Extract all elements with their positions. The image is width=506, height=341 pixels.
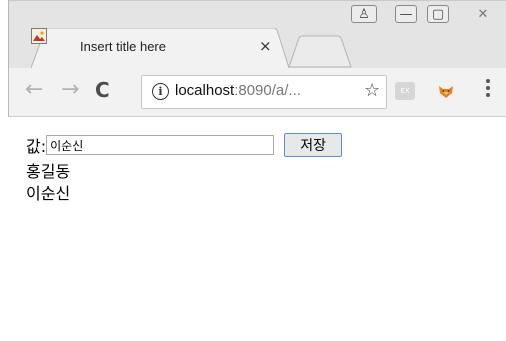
profile-icon: ♙ — [358, 6, 370, 22]
address-bar[interactable]: i localhost:8090/a/... ☆ — [141, 75, 387, 109]
forward-arrow-icon[interactable]: → — [61, 78, 79, 102]
tab-close-icon[interactable]: × — [259, 37, 272, 55]
url-host: localhost — [175, 82, 235, 99]
name-list: 홍길동 이순신 — [26, 161, 70, 205]
profile-button[interactable]: ♙ — [349, 2, 379, 26]
list-item: 이순신 — [26, 184, 71, 203]
extension-icon[interactable]: EX — [395, 82, 415, 100]
menu-dot — [486, 86, 490, 90]
fox-extension-icon[interactable] — [435, 80, 457, 102]
page-content: 값: 저장 홍길동 이순신 — [8, 117, 506, 341]
save-button[interactable]: 저장 — [284, 133, 343, 157]
minimize-button[interactable]: — — [393, 2, 419, 26]
close-window-button[interactable]: ✕ — [459, 2, 506, 26]
menu-dot — [486, 79, 490, 83]
maximize-icon: ▢ — [431, 6, 445, 22]
reload-icon[interactable]: C — [95, 78, 110, 102]
tab-title: Insert title here — [80, 39, 166, 54]
info-icon[interactable]: i — [152, 83, 169, 100]
menu-dot — [486, 93, 490, 97]
maximize-button[interactable]: ▢ — [425, 2, 451, 26]
title-bar: ♙ — ▢ ✕ Insert title here × — [9, 0, 506, 68]
bookmark-star-icon[interactable]: ☆ — [364, 80, 380, 101]
value-label: 값: — [26, 137, 47, 156]
url-path: :8090/a/... — [234, 82, 301, 99]
back-arrow-icon[interactable]: ← — [25, 78, 43, 102]
value-input[interactable] — [46, 135, 275, 155]
minimize-icon: — — [399, 6, 413, 22]
menu-kebab-icon[interactable] — [485, 79, 491, 97]
input-row: 값: 저장 — [26, 133, 343, 157]
new-tab-button[interactable] — [287, 34, 353, 68]
close-icon: ✕ — [477, 6, 489, 22]
tab-active[interactable]: Insert title here × — [31, 28, 289, 68]
image-icon — [31, 28, 47, 44]
title-bar-edge — [9, 0, 506, 1]
list-item: 홍길동 — [26, 162, 71, 181]
url-text[interactable]: localhost:8090/a/... — [175, 82, 301, 99]
toolbar: ← → C i localhost:8090/a/... ☆ EX — [9, 68, 506, 117]
